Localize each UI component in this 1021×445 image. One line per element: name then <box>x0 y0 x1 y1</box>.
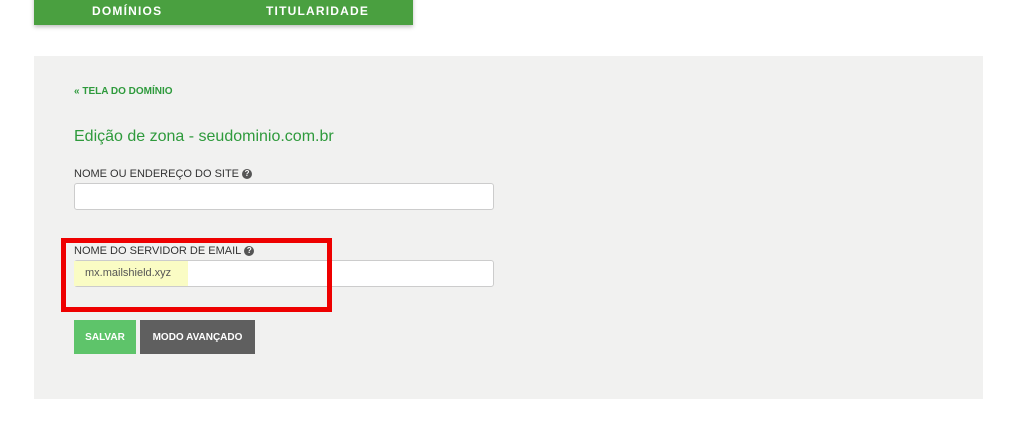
site-address-input[interactable] <box>74 183 494 210</box>
back-to-domain-link[interactable]: « TELA DO DOMÍNIO <box>74 86 173 97</box>
highlight-box <box>61 238 332 312</box>
page-title: Edição de zona - seudominio.com.br <box>74 128 334 145</box>
tab-dominios[interactable]: DOMÍNIOS <box>92 4 162 18</box>
site-field-label-text: NOME OU ENDEREÇO DO SITE <box>74 168 240 180</box>
site-field-label: NOME OU ENDEREÇO DO SITE ? <box>74 168 253 180</box>
save-button[interactable]: SALVAR <box>74 320 136 354</box>
zone-edit-panel: « TELA DO DOMÍNIO Edição de zona - seudo… <box>34 56 983 399</box>
question-circle-icon[interactable]: ? <box>242 169 253 179</box>
top-navigation: DOMÍNIOS TITULARIDADE <box>34 0 413 25</box>
advanced-mode-button[interactable]: MODO AVANÇADO <box>140 320 255 354</box>
tab-titularidade[interactable]: TITULARIDADE <box>266 4 369 18</box>
